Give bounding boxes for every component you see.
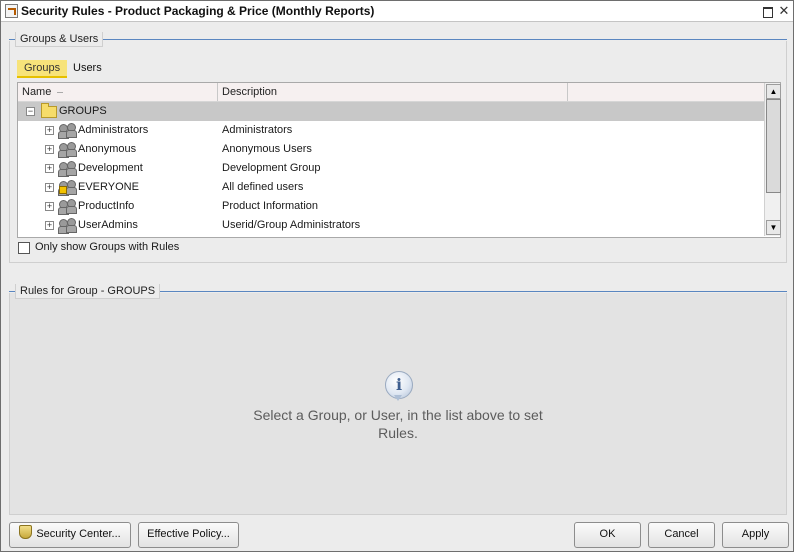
effective-policy-button[interactable]: Effective Policy... — [138, 522, 239, 548]
apply-button[interactable]: Apply — [722, 522, 789, 548]
rules-panel-body: i Select a Group, or User, in the list a… — [9, 293, 787, 515]
group-description: Anonymous Users — [222, 143, 312, 155]
column-header-name-label: Name — [22, 86, 52, 98]
tab-groups[interactable]: Groups — [17, 60, 68, 78]
group-description: Userid/Group Administrators — [222, 219, 361, 231]
group-description: Product Information — [222, 200, 318, 212]
rules-panel-title: Rules for Group - GROUPS — [15, 284, 161, 299]
vertical-scrollbar[interactable]: ▲ ▼ — [764, 83, 781, 236]
shield-icon — [19, 525, 33, 539]
collapse-icon[interactable]: − — [26, 107, 35, 116]
security-center-label: Security Center... — [36, 528, 121, 540]
tree-row-development[interactable]: + Development Development Group — [18, 159, 764, 178]
group-description: Administrators — [222, 124, 293, 136]
tree-row-groups-root[interactable]: − GROUPS — [18, 102, 764, 121]
rules-empty-message: Select a Group, or User, in the list abo… — [253, 407, 543, 441]
tree-row-useradmins[interactable]: + UserAdmins Userid/Group Administrators — [18, 216, 764, 235]
title-bar: Security Rules - Product Packaging & Pri… — [1, 1, 793, 22]
expand-icon[interactable]: + — [45, 221, 54, 230]
group-icon — [58, 199, 77, 215]
grid-header: Name Description — [18, 83, 764, 102]
group-icon — [58, 142, 77, 158]
group-icon — [58, 218, 77, 234]
security-center-button[interactable]: Security Center... — [9, 522, 131, 548]
window-title: Security Rules - Product Packaging & Pri… — [21, 4, 375, 18]
cancel-button[interactable]: Cancel — [648, 522, 715, 548]
rules-panel: i Select a Group, or User, in the list a… — [9, 284, 787, 515]
info-icon: i — [385, 371, 413, 401]
security-rules-window: Security Rules - Product Packaging & Pri… — [0, 0, 794, 552]
maximize-icon — [763, 7, 773, 18]
expand-icon[interactable]: + — [45, 145, 54, 154]
group-name: EVERYONE — [78, 181, 139, 193]
only-show-groups-with-rules-checkbox[interactable] — [18, 242, 30, 254]
close-button[interactable]: ✕ — [777, 4, 791, 18]
group-name: Anonymous — [78, 143, 137, 155]
tab-users[interactable]: Users — [66, 60, 109, 76]
groups-users-panel-body: Groups Users Name Description − GROUPS + — [9, 41, 787, 263]
tree-rows: − GROUPS + Administrators Administrators… — [18, 102, 764, 235]
scroll-thumb[interactable] — [766, 99, 781, 193]
groups-users-panel-title: Groups & Users — [15, 32, 104, 47]
group-icon — [58, 123, 77, 139]
expand-icon[interactable]: + — [45, 126, 54, 135]
tree-row-everyone[interactable]: + EVERYONE All defined users — [18, 178, 764, 197]
expand-icon[interactable]: + — [45, 202, 54, 211]
group-name: Development — [78, 162, 143, 174]
group-name: Administrators — [78, 124, 149, 136]
group-icon — [58, 161, 77, 177]
tree-row-productinfo[interactable]: + ProductInfo Product Information — [18, 197, 764, 216]
tree-row-label: GROUPS — [59, 105, 107, 117]
maximize-button[interactable] — [761, 4, 775, 18]
group-lock-icon — [58, 180, 77, 196]
tree-row-administrators[interactable]: + Administrators Administrators — [18, 121, 764, 140]
expand-icon[interactable]: + — [45, 183, 54, 192]
tree-row-anonymous[interactable]: + Anonymous Anonymous Users — [18, 140, 764, 159]
ok-button[interactable]: OK — [574, 522, 641, 548]
column-header-name[interactable]: Name — [18, 83, 218, 101]
groups-users-panel: Groups Users Name Description − GROUPS + — [9, 32, 787, 263]
folder-icon — [41, 103, 57, 118]
expand-icon[interactable]: + — [45, 164, 54, 173]
group-name: ProductInfo — [78, 200, 135, 212]
group-description: All defined users — [222, 181, 304, 193]
info-bubble-tail — [394, 395, 402, 401]
only-show-groups-with-rules-label: Only show Groups with Rules — [35, 241, 180, 253]
groups-tree-grid: Name Description − GROUPS + Administrato… — [17, 82, 781, 238]
close-icon: ✕ — [778, 3, 790, 18]
column-header-description[interactable]: Description — [218, 83, 568, 101]
app-icon — [5, 4, 18, 18]
group-description: Development Group — [222, 162, 321, 174]
scroll-down-button[interactable]: ▼ — [766, 220, 781, 235]
scroll-up-button[interactable]: ▲ — [766, 84, 781, 99]
sort-indicator-icon — [57, 91, 64, 93]
group-name: UserAdmins — [78, 219, 138, 231]
